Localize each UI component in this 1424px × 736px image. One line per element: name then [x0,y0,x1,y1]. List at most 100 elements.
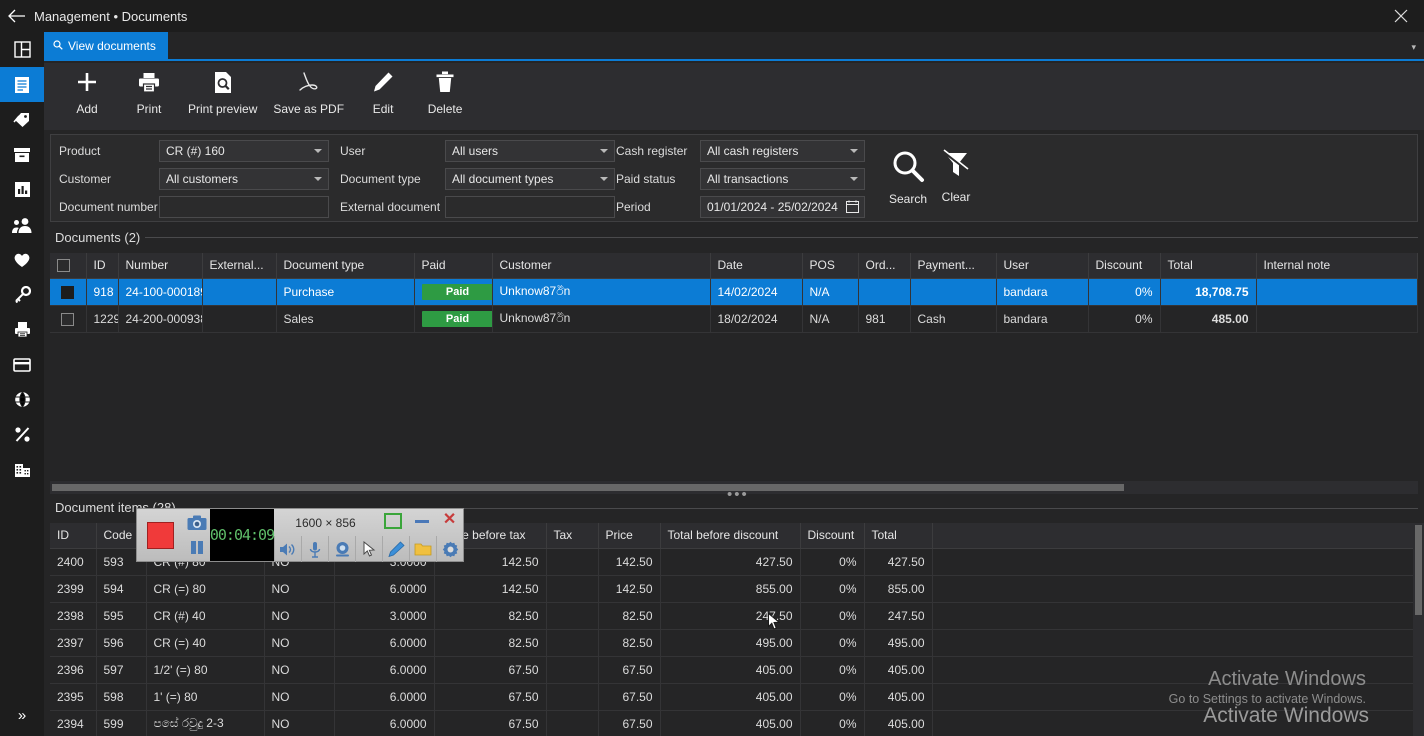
cursor-pointer-icon[interactable] [355,536,382,562]
sidebar-item-inventory[interactable] [0,137,44,172]
sidebar-item-products[interactable] [0,102,44,137]
sidebar-item-reports[interactable] [0,172,44,207]
sidebar-item-company[interactable] [0,452,44,487]
sidebar-item-permissions[interactable] [0,277,44,312]
col-item-id[interactable]: ID [50,523,96,548]
product-value: CR (#) 160 [166,144,225,158]
customer-select[interactable]: All customers [159,168,329,190]
row-checkbox-cell[interactable] [50,305,86,332]
cell-tax [546,548,598,575]
col-document-type[interactable]: Document type [276,253,414,278]
col-number[interactable]: Number [118,253,202,278]
back-arrow-icon[interactable] [0,0,32,32]
tab-view-documents[interactable]: View documents [44,32,168,59]
stop-record-button[interactable] [137,509,184,561]
items-vertical-scrollbar[interactable] [1413,523,1424,736]
screen-recorder-widget[interactable]: 00:04:09 1600 × 856 ✕ [136,508,464,562]
document-number-input[interactable] [159,196,329,218]
table-row[interactable]: 2394599පසේ රවුදු 2-3NO6.000067.5067.5040… [50,710,1418,736]
sidebar-item-discounts[interactable] [0,417,44,452]
search-button[interactable]: Search [889,149,927,206]
period-input[interactable]: 01/01/2024 - 25/02/2024 [700,196,865,218]
tab-overflow-caret-icon[interactable]: ▾ [1411,42,1416,53]
col-item-total[interactable]: Total [864,523,932,548]
document-type-select[interactable]: All document types [445,168,615,190]
delete-button[interactable]: Delete [414,63,476,116]
table-row[interactable]: 918 24-100-000189 Purchase Paid Unknow87… [50,278,1418,305]
col-total[interactable]: Total [1160,253,1256,278]
row-checkbox-cell[interactable] [50,278,86,305]
cell-price-before-tax: 82.50 [434,602,546,629]
scrollbar-thumb[interactable] [52,484,1124,491]
calendar-icon[interactable] [846,200,859,216]
col-paid[interactable]: Paid [414,253,492,278]
col-item-price[interactable]: Price [598,523,660,548]
sidebar-item-users[interactable] [0,207,44,242]
table-row[interactable]: 23955981' (=) 80NO6.000067.5067.50405.00… [50,683,1418,710]
external-document-input[interactable] [445,196,615,218]
col-item-extra[interactable] [932,523,1418,548]
cell-total-before-discount: 405.00 [660,710,800,736]
add-button[interactable]: Add [56,63,118,116]
table-row[interactable]: 23965971/2' (=) 80NO6.000067.5067.50405.… [50,656,1418,683]
clear-button[interactable]: Clear [941,149,971,204]
table-row[interactable]: 2398595CR (#) 40NO3.000082.5082.50247.50… [50,602,1418,629]
table-row[interactable]: 2399594CR (=) 80NO6.0000142.50142.50855.… [50,575,1418,602]
edit-button[interactable]: Edit [352,63,414,116]
col-external[interactable]: External... [202,253,276,278]
microphone-icon[interactable] [301,536,328,562]
close-icon[interactable] [1378,0,1424,32]
col-total-before-discount[interactable]: Total before discount [660,523,800,548]
sidebar-item-web[interactable] [0,382,44,417]
row-checkbox[interactable] [61,313,74,326]
select-all-checkbox[interactable] [57,259,70,272]
settings-gear-icon[interactable] [436,536,463,562]
col-item-discount[interactable]: Discount [800,523,864,548]
scrollbar-thumb[interactable] [1415,525,1422,615]
col-id[interactable]: ID [86,253,118,278]
print-preview-button[interactable]: Print preview [180,63,265,116]
col-internal-note[interactable]: Internal note [1256,253,1418,278]
col-pos[interactable]: POS [802,253,858,278]
sidebar-item-payments[interactable] [0,347,44,382]
close-icon[interactable]: ✕ [443,513,456,527]
sidebar-item-dashboard[interactable] [0,32,44,67]
row-checkbox[interactable] [61,286,74,299]
print-button[interactable]: Print [118,63,180,116]
webcam-icon[interactable] [328,536,355,562]
col-user[interactable]: User [996,253,1088,278]
cash-register-select[interactable]: All cash registers [700,140,865,162]
external-document-label: External document [340,200,445,214]
pen-annotate-icon[interactable] [382,536,409,562]
sidebar-item-documents[interactable] [0,67,44,102]
col-customer[interactable]: Customer [492,253,710,278]
col-discount[interactable]: Discount [1088,253,1160,278]
select-all-header[interactable] [50,253,86,278]
chevron-down-icon [600,177,608,181]
chevron-down-icon [850,177,858,181]
speaker-icon[interactable] [274,536,301,562]
screenshot-camera-icon[interactable] [185,512,209,534]
col-item-tax[interactable]: Tax [546,523,598,548]
pause-icon[interactable] [185,537,209,559]
user-select[interactable]: All users [445,140,615,162]
table-row[interactable]: 2397596CR (=) 40NO6.000082.5082.50495.00… [50,629,1418,656]
sidebar-item-favorites[interactable] [0,242,44,277]
save-as-pdf-button[interactable]: Save as PDF [265,63,352,116]
cell-id: 2397 [50,629,96,656]
minimize-icon[interactable] [415,520,429,523]
restore-icon[interactable] [384,513,402,529]
col-payment[interactable]: Payment... [910,253,996,278]
col-date[interactable]: Date [710,253,802,278]
cell-total: 427.50 [864,548,932,575]
col-order[interactable]: Ord... [858,253,910,278]
sidebar-item-printing[interactable] [0,312,44,347]
folder-icon[interactable] [409,536,436,562]
cell-tax [546,683,598,710]
product-select[interactable]: CR (#) 160 [159,140,329,162]
paid-status-select[interactable]: All transactions [700,168,865,190]
sidebar-expand-button[interactable]: » [0,698,44,732]
panel-splitter[interactable]: ••• [727,491,749,499]
cell-name: 1' (=) 80 [146,683,264,710]
table-row[interactable]: 1229 24-200-000938 Sales Paid Unknow87ඊn… [50,305,1418,332]
